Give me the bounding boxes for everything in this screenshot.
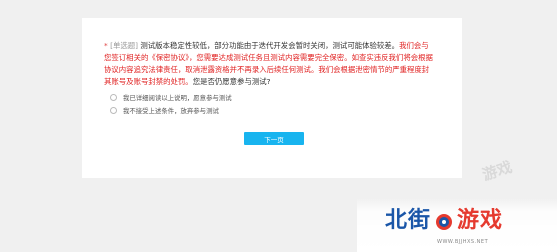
required-mark: * [104, 41, 108, 50]
option-decline[interactable]: 我不接受上述条件，放弃参与测试 [110, 105, 232, 116]
radio-button[interactable] [110, 107, 117, 114]
watermark-name-left: 北街 [385, 208, 432, 233]
option-label: 我不接受上述条件，放弃参与测试 [123, 107, 219, 115]
question-text-normal: 测试版本稳定性较低，部分功能由于迭代开发会暂时关闭，测试可能体验较差。 [140, 41, 400, 50]
question-type-label: [单选题] [110, 41, 139, 50]
watermark-url: WWW.BJJHXS.NET [437, 239, 489, 245]
radio-button[interactable] [110, 94, 117, 101]
next-page-button[interactable]: 下一页 [244, 132, 304, 145]
question-text-ask: 您是否仍愿意参与测试? [192, 77, 271, 86]
gamepad-logo-icon [435, 212, 453, 230]
option-label: 我已详细阅读以上说明，愿意参与测试 [123, 94, 232, 102]
watermark-name-right: 游戏 [457, 208, 504, 233]
site-watermark: 北街 游戏 WWW.BJJHXS.NET [357, 198, 557, 252]
option-agree[interactable]: 我已详细阅读以上说明，愿意参与测试 [110, 92, 232, 103]
watermark-ghost-text: 游戏 [480, 157, 515, 185]
answer-options: 我已详细阅读以上说明，愿意参与测试 我不接受上述条件，放弃参与测试 [110, 92, 232, 118]
question-text: * [单选题] 测试版本稳定性较低，部分功能由于迭代开发会暂时关闭，测试可能体验… [104, 40, 436, 88]
watermark-logo: 北街 游戏 [385, 208, 503, 234]
survey-card: * [单选题] 测试版本稳定性较低，部分功能由于迭代开发会暂时关闭，测试可能体验… [82, 18, 462, 178]
